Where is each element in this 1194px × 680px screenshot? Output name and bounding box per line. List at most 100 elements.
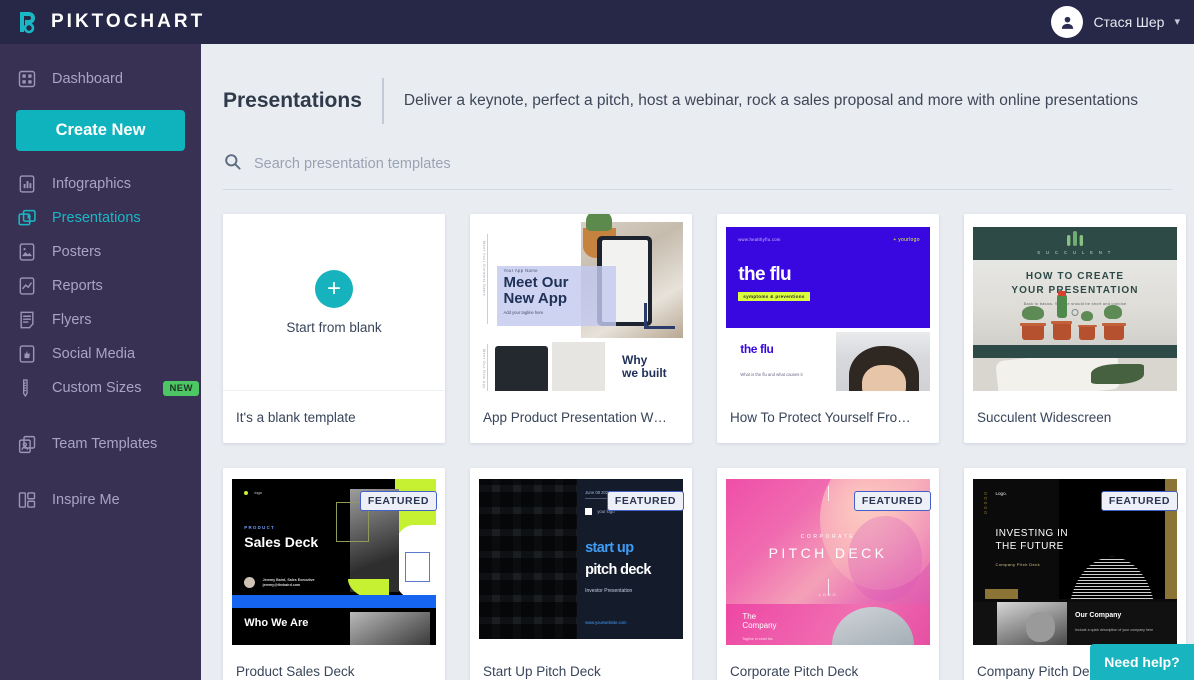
dashboard-grid-icon — [16, 68, 38, 90]
thumb-tag: symptoms & preventions — [738, 291, 810, 301]
sidebar-item-custom-sizes[interactable]: Custom Sizes NEW — [0, 371, 201, 405]
thumb-subtitle: Back to basics. Subtitle should be short… — [1023, 300, 1127, 306]
sidebar-item-label: Flyers — [52, 312, 92, 328]
thumb-title-line2: New App — [503, 290, 568, 308]
sidebar-nav: Dashboard Create New Infographics Presen… — [0, 44, 201, 680]
status-badge-featured: FEATURED — [853, 491, 931, 511]
ruler-icon — [16, 377, 38, 399]
thumb-eyebrow: PRODUCT — [244, 525, 276, 531]
sidebar-item-reports[interactable]: Reports — [0, 269, 201, 303]
thumbs-up-icon — [16, 343, 38, 365]
sidebar-item-inspire-me[interactable]: Inspire Me — [0, 483, 201, 517]
thumb-heading-line1: HOW TO CREATE — [1025, 271, 1125, 283]
create-new-label: Create New — [55, 121, 146, 139]
page-subtitle: Deliver a keynote, perfect a pitch, host… — [403, 91, 1138, 109]
template-card-product-sales-deck[interactable]: logo PRODUCT Sales Deck Jeremy Baird, Sa… — [223, 468, 445, 680]
sidebar-divider-gap — [0, 405, 201, 427]
sidebar-item-team-templates[interactable]: Team Templates — [0, 427, 201, 461]
thumb-side-label: Meet Your Greatest Name — [482, 240, 487, 296]
search-icon — [223, 152, 242, 176]
sidebar-item-infographics[interactable]: Infographics — [0, 167, 201, 201]
start-from-blank-label: Start from blank — [286, 319, 382, 335]
sidebar-item-label: Posters — [52, 244, 102, 260]
status-badge-featured: FEATURED — [359, 491, 437, 511]
brand-name: PIKTOCHART — [51, 11, 206, 32]
template-card-label: App Product Presentation W… — [483, 409, 667, 425]
template-grid: + Start from blank It's a blank template — [201, 190, 1194, 680]
need-help-label: Need help? — [1104, 654, 1180, 670]
thumb-section: Who We Are — [244, 616, 309, 629]
thumb-subtitle: Add your tagline here — [503, 310, 544, 316]
report-line-icon — [16, 275, 38, 297]
search-bar[interactable] — [223, 152, 1172, 190]
sidebar-item-dashboard[interactable]: Dashboard — [0, 62, 201, 96]
create-new-button[interactable]: Create New — [16, 110, 185, 151]
cactus-icon — [1064, 230, 1086, 247]
thumb-eyebrow: CORPORATE — [800, 533, 856, 540]
template-card-flu[interactable]: www.healthyflu.com + yourlogo the flu sy… — [717, 214, 939, 443]
template-thumbnail: June 08 2020 your logo start up pitch de… — [470, 468, 692, 645]
page-title: Presentations — [223, 89, 362, 112]
sidebar-item-flyers[interactable]: Flyers — [0, 303, 201, 337]
plus-circle-icon[interactable]: + — [315, 269, 353, 308]
sidebar-item-presentations[interactable]: Presentations — [0, 201, 201, 235]
search-input[interactable] — [254, 156, 1054, 172]
sidebar-item-label: Reports — [52, 278, 103, 294]
thumb-section-text: Include a quick description of your comp… — [1075, 628, 1154, 633]
brand-logo[interactable]: PIKTOCHART — [0, 9, 205, 35]
status-badge-featured: FEATURED — [606, 491, 684, 511]
template-card-label: How To Protect Yourself Fro… — [730, 409, 911, 425]
thumb-website: www.yourwebsite.com — [585, 619, 627, 625]
thumb-eyebrow: Your App Name — [503, 268, 538, 274]
thumb-company-line2: Company — [742, 620, 777, 630]
top-header-bar: PIKTOCHART Стася Шер ▾ — [0, 0, 1194, 44]
poster-image-icon — [16, 241, 38, 263]
sidebar-item-posters[interactable]: Posters — [0, 235, 201, 269]
template-thumbnail: CORPORATE PITCH DECK LOGO The Company Ta… — [717, 468, 939, 645]
template-thumbnail: logo PRODUCT Sales Deck Jeremy Baird, Sa… — [223, 468, 445, 645]
template-card-succulent[interactable]: S U C C U L E N T HOW TO CREATE YOUR PRE… — [964, 214, 1186, 443]
sidebar-divider-gap-2 — [0, 461, 201, 483]
sidebar-item-label: Infographics — [52, 176, 131, 192]
main-content: Presentations Deliver a keynote, perfect… — [201, 44, 1194, 680]
thumb-logo-label: Logo. — [995, 490, 1007, 496]
thumb-company-sub: Tagline or short bio — [742, 636, 773, 641]
thumb-tag: logo — [254, 489, 262, 495]
sidebar-item-social-media[interactable]: Social Media — [0, 337, 201, 371]
thumb-title-line1: start up — [585, 539, 634, 556]
template-card-corporate-pitch-deck[interactable]: CORPORATE PITCH DECK LOGO The Company Ta… — [717, 468, 939, 680]
template-thumbnail: S U C C U L E N T HOW TO CREATE YOUR PRE… — [964, 214, 1186, 391]
thumb-company-line1: The — [742, 611, 757, 621]
flyer-document-icon — [16, 309, 38, 331]
thumb-bottom-title: the flu — [740, 342, 774, 357]
thumb-title-line1: INVESTING IN — [995, 528, 1069, 540]
thumb-bottom-text: What is the flu and what causes it — [740, 371, 803, 377]
template-thumbnail: Meet Your Greatest Name Your App Name Me… — [470, 214, 692, 391]
thumb-side-label-2: Meet Our New App — [482, 348, 487, 389]
thumb-title: PITCH DECK — [768, 545, 888, 562]
thumb-title: Sales Deck — [244, 533, 319, 550]
chevron-down-icon[interactable]: ▾ — [1174, 16, 1180, 28]
sidebar-item-label: Inspire Me — [52, 492, 120, 508]
bar-chart-icon — [16, 173, 38, 195]
template-card-app-product[interactable]: Meet Your Greatest Name Your App Name Me… — [470, 214, 692, 443]
status-badge-new: NEW — [163, 380, 199, 396]
page-header: Presentations Deliver a keynote, perfect… — [201, 44, 1194, 124]
thumb-logo-label: + yourlogo — [893, 237, 920, 244]
template-card-label: It's a blank template — [236, 409, 356, 425]
thumb-section: Our Company — [1075, 611, 1122, 619]
thumb-author-email: jeremy@thebaird.com — [262, 583, 301, 588]
sidebar-item-label: Social Media — [52, 346, 136, 362]
user-avatar-icon[interactable] — [1051, 6, 1084, 38]
template-card-start-up-pitch-deck[interactable]: June 08 2020 your logo start up pitch de… — [470, 468, 692, 680]
thumb-title-line2: THE FUTURE — [995, 541, 1064, 553]
template-thumbnail: ooooo Logo. INVESTING IN THE FUTURE Comp… — [964, 468, 1186, 645]
user-menu[interactable]: Стася Шер ▾ — [1051, 6, 1194, 38]
template-thumbnail: www.healthyflu.com + yourlogo the flu sy… — [717, 214, 939, 391]
user-name-label: Стася Шер — [1093, 14, 1165, 30]
need-help-button[interactable]: Need help? — [1090, 644, 1194, 680]
template-card-blank[interactable]: + Start from blank It's a blank template — [223, 214, 445, 443]
thumb-author: Jeremy Baird, Sales Executive — [262, 577, 315, 582]
thumb-heading-line2: YOUR PRESENTATION — [1011, 284, 1139, 296]
template-card-label: Start Up Pitch Deck — [483, 663, 601, 679]
